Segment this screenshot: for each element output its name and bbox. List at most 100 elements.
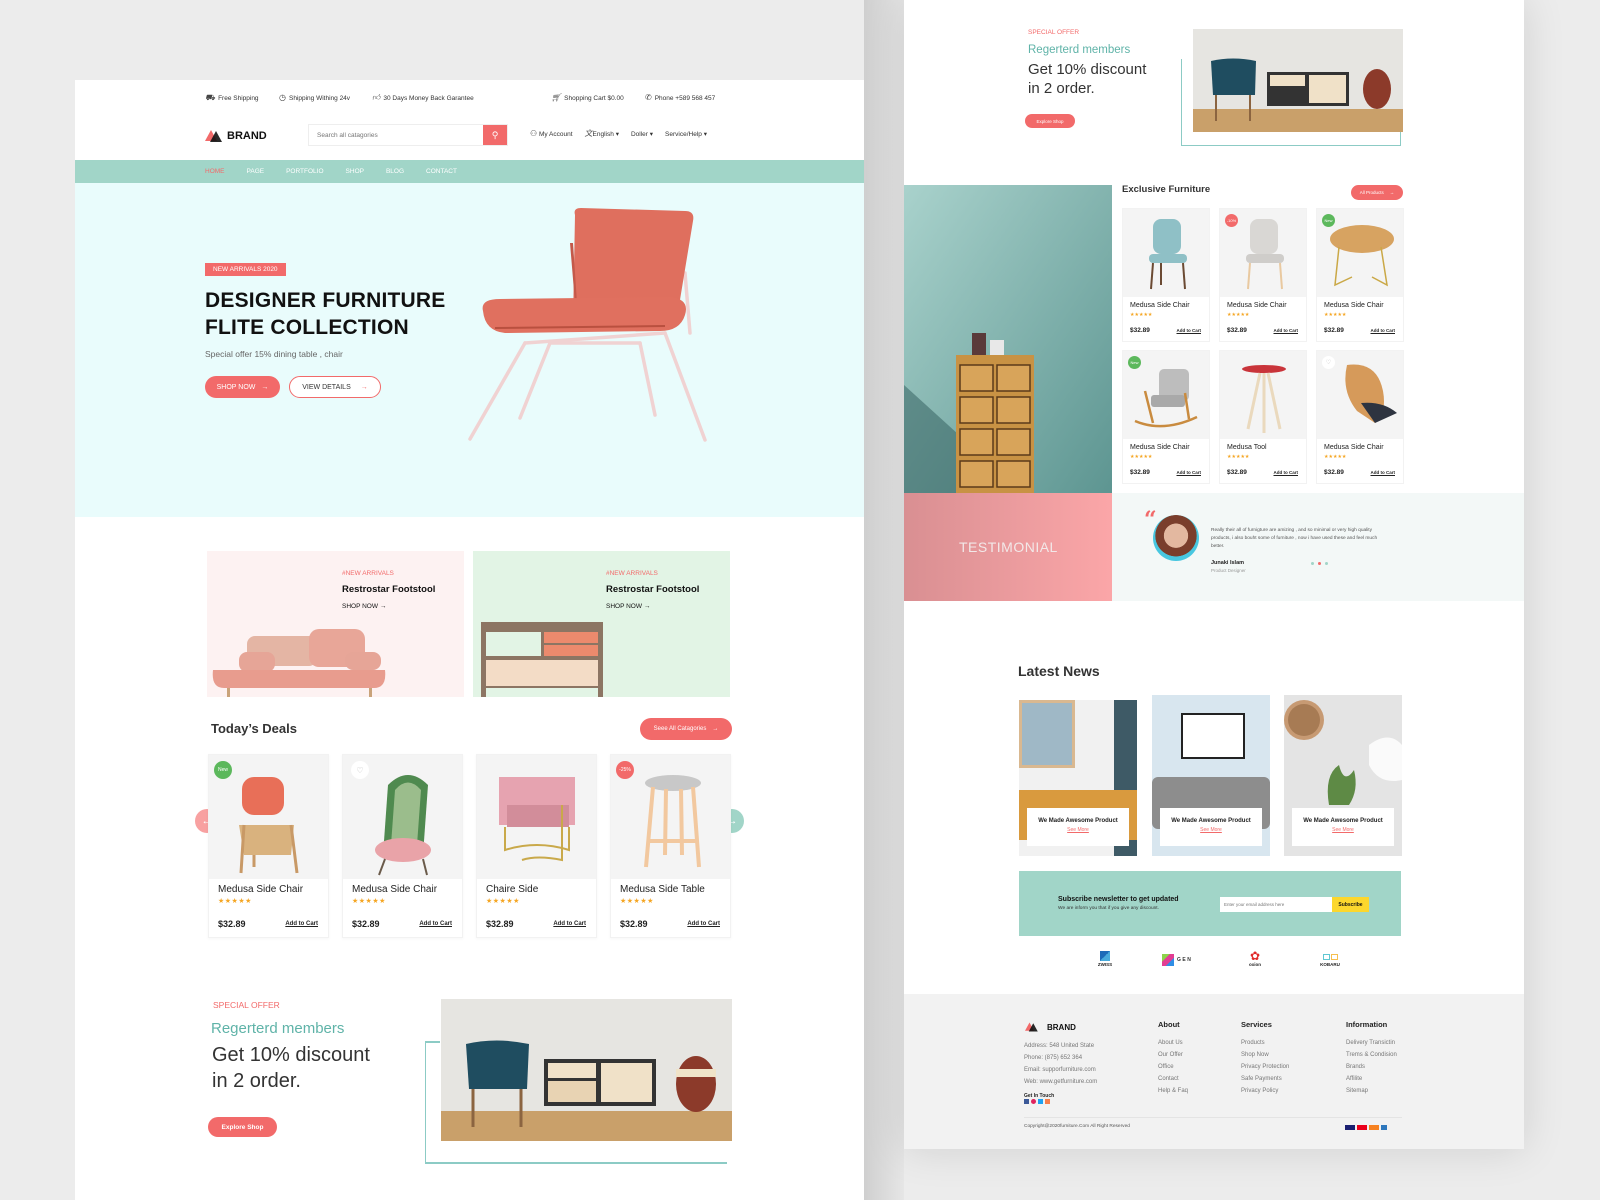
news-card[interactable]: We Made Awesome Product See More — [1152, 695, 1270, 856]
thumbs-up-icon: 👍︎ — [372, 93, 381, 102]
nav-shop[interactable]: SHOP — [346, 168, 364, 175]
footer-link[interactable]: Affilite — [1346, 1073, 1397, 1085]
deal-card[interactable]: -25% Medusa Side Table ★★★★★ $32.89 Add … — [610, 754, 731, 938]
my-account-link[interactable]: ⚇ My Account — [530, 130, 573, 139]
footer-link[interactable]: Privacy Policy — [1241, 1085, 1289, 1097]
footer-link[interactable]: Delivery Transictin — [1346, 1037, 1397, 1049]
footer-link[interactable]: Privacy Protection — [1241, 1061, 1289, 1073]
twitter-icon[interactable] — [1038, 1099, 1043, 1104]
wishlist-heart-icon[interactable]: ♡ — [1322, 356, 1335, 369]
see-more-link[interactable]: See More — [1027, 827, 1129, 833]
footer-link[interactable]: About Us — [1158, 1037, 1188, 1049]
footer-link[interactable]: Shop Now — [1241, 1049, 1289, 1061]
footer-brand-logo[interactable]: BRAND — [1025, 1021, 1076, 1033]
search-input[interactable] — [309, 125, 483, 145]
footer-link[interactable]: Brands — [1346, 1061, 1397, 1073]
pagination-dot[interactable] — [1325, 562, 1328, 565]
product-name: Medusa Side Chair — [352, 884, 438, 895]
subscribe-button[interactable]: Subscribe — [1332, 897, 1369, 912]
search-button[interactable]: ⚲ — [483, 125, 507, 145]
explore-shop-button[interactable]: Explore Shop — [1025, 114, 1075, 128]
footer-link[interactable]: Help & Faq — [1158, 1085, 1188, 1097]
discount-badge: -25% — [616, 761, 634, 779]
explore-shop-button[interactable]: Explore Shop — [208, 1117, 277, 1137]
offer-room-image — [1193, 29, 1403, 132]
currency-select[interactable]: Doller ▾ — [631, 130, 653, 138]
footer-link[interactable]: Trems & Condision — [1346, 1049, 1397, 1061]
add-to-cart-link[interactable]: Add to Cart — [1177, 328, 1202, 333]
shop-now-button[interactable]: SHOP NOW → — [205, 376, 280, 398]
members-heading: Regerterd members — [1028, 44, 1131, 56]
hero-subtitle: Special offer 15% dining table , chair — [205, 349, 343, 359]
deal-card[interactable]: ♡ Medusa Side Chair ★★★★★ $32.89 Add to … — [342, 754, 463, 938]
exclusive-product-card[interactable]: -10% Medusa Side Chair ★★★★★ $32.89 Add … — [1219, 208, 1307, 342]
add-to-cart-link[interactable]: Add to Cart — [419, 921, 452, 927]
footer-link[interactable]: Our Offer — [1158, 1049, 1188, 1061]
view-details-button[interactable]: VIEW DETAILS → — [289, 376, 381, 398]
nav-page[interactable]: PAGE — [247, 168, 265, 175]
shopping-cart-link[interactable]: 🛒︎ Shopping Cart $0.00 — [551, 94, 624, 102]
nav-blog[interactable]: BLOG — [386, 168, 404, 175]
visa-icon — [1345, 1125, 1355, 1130]
pinterest-icon[interactable] — [1031, 1099, 1036, 1104]
all-products-button[interactable]: All Products → — [1351, 185, 1403, 200]
footer-link[interactable]: Sitemap — [1346, 1085, 1397, 1097]
nav-contact[interactable]: CONTACT — [426, 168, 457, 175]
pagination-dot[interactable] — [1318, 562, 1321, 565]
facebook-icon[interactable] — [1024, 1099, 1029, 1104]
footer-email[interactable]: Email: supporfurniture.com — [1024, 1064, 1097, 1076]
brand-oxion: ✿ oxion — [1244, 950, 1266, 967]
footer-link[interactable]: Contact — [1158, 1073, 1188, 1085]
language-select[interactable]: 文English ▾ — [585, 130, 619, 139]
special-offer-label: SPECIAL OFFER — [1028, 29, 1080, 36]
footer-link[interactable]: Office — [1158, 1061, 1188, 1073]
news-card[interactable]: We Made Awesome Product See More — [1019, 700, 1137, 856]
product-name: Chaire Side — [486, 884, 539, 895]
service-help-select[interactable]: Service/Help ▾ — [665, 130, 707, 138]
wishlist-heart-icon[interactable]: ♡ — [351, 761, 369, 779]
brand-logo[interactable]: BRAND — [205, 130, 267, 142]
add-to-cart-link[interactable]: Add to Cart — [1371, 328, 1396, 333]
testimonial-title: TESTIMONIAL — [959, 539, 1058, 555]
add-to-cart-link[interactable]: Add to Cart — [285, 921, 318, 927]
exclusive-product-card[interactable]: Medusa Tool ★★★★★ $32.89 Add to Cart — [1219, 350, 1307, 484]
brand-kobaru: KOBARU — [1316, 954, 1344, 967]
exclusive-product-card[interactable]: Medusa Side Chair ★★★★★ $32.89 Add to Ca… — [1122, 208, 1210, 342]
add-to-cart-link[interactable]: Add to Cart — [1371, 470, 1396, 475]
deal-card[interactable]: New Medusa Side Chair ★★★★★ $32.89 Add t… — [208, 754, 329, 938]
footer-link[interactable]: Safe Payments — [1241, 1073, 1289, 1085]
promo-shop-now-link[interactable]: SHOP NOW → — [606, 603, 650, 610]
money-back-info: 👍︎ 30 Days Money Back Garantee — [372, 93, 474, 102]
nav-portfolio[interactable]: PORTFOLIO — [286, 168, 323, 175]
new-badge: New — [1128, 356, 1141, 369]
see-more-link[interactable]: See More — [1160, 827, 1262, 833]
free-shipping-info: ⛟ Free Shipping — [205, 93, 259, 102]
deal-card[interactable]: Chaire Side ★★★★★ $32.89 Add to Cart — [476, 754, 597, 938]
offer-room-image — [441, 999, 732, 1141]
chevron-down-icon: ▾ — [703, 131, 707, 138]
footer-web[interactable]: Web: www.getfurniture.com — [1024, 1076, 1097, 1088]
promo-card-sofa[interactable]: #NEW ARRIVALS Restrostar Footstool SHOP … — [207, 551, 464, 697]
nav-home[interactable]: HOME — [205, 168, 225, 175]
exclusive-product-card[interactable]: ♡ Medusa Side Chair ★★★★★ $32.89 Add to … — [1316, 350, 1404, 484]
testimonial-pagination — [1311, 562, 1328, 565]
see-more-link[interactable]: See More — [1292, 827, 1394, 833]
exclusive-product-card[interactable]: New Medusa Side Chair ★★★★★ $32.89 Add t… — [1122, 350, 1210, 484]
add-to-cart-link[interactable]: Add to Cart — [553, 921, 586, 927]
pagination-dot[interactable] — [1311, 562, 1314, 565]
add-to-cart-link[interactable]: Add to Cart — [1274, 328, 1299, 333]
instagram-icon[interactable] — [1045, 1099, 1050, 1104]
rating-stars: ★★★★★ — [1130, 454, 1153, 460]
exclusive-product-card[interactable]: New Medusa Side Chair ★★★★★ $32.89 Add t… — [1316, 208, 1404, 342]
news-card[interactable]: We Made Awesome Product See More — [1284, 695, 1402, 856]
newsletter-email-input[interactable]: Enter your email address here — [1220, 897, 1332, 912]
add-to-cart-link[interactable]: Add to Cart — [1177, 470, 1202, 475]
product-price: $32.89 — [352, 919, 380, 929]
see-all-categories-button[interactable]: Seee All Catagories → — [640, 718, 732, 740]
add-to-cart-link[interactable]: Add to Cart — [1274, 470, 1299, 475]
add-to-cart-link[interactable]: Add to Cart — [687, 921, 720, 927]
footer-services: Services Products Shop Now Privacy Prote… — [1241, 1019, 1289, 1097]
promo-shop-now-link[interactable]: SHOP NOW → — [342, 603, 386, 610]
footer-link[interactable]: Products — [1241, 1037, 1289, 1049]
promo-card-shelf[interactable]: #NEW ARRIVALS Restrostar Footstool SHOP … — [473, 551, 730, 697]
